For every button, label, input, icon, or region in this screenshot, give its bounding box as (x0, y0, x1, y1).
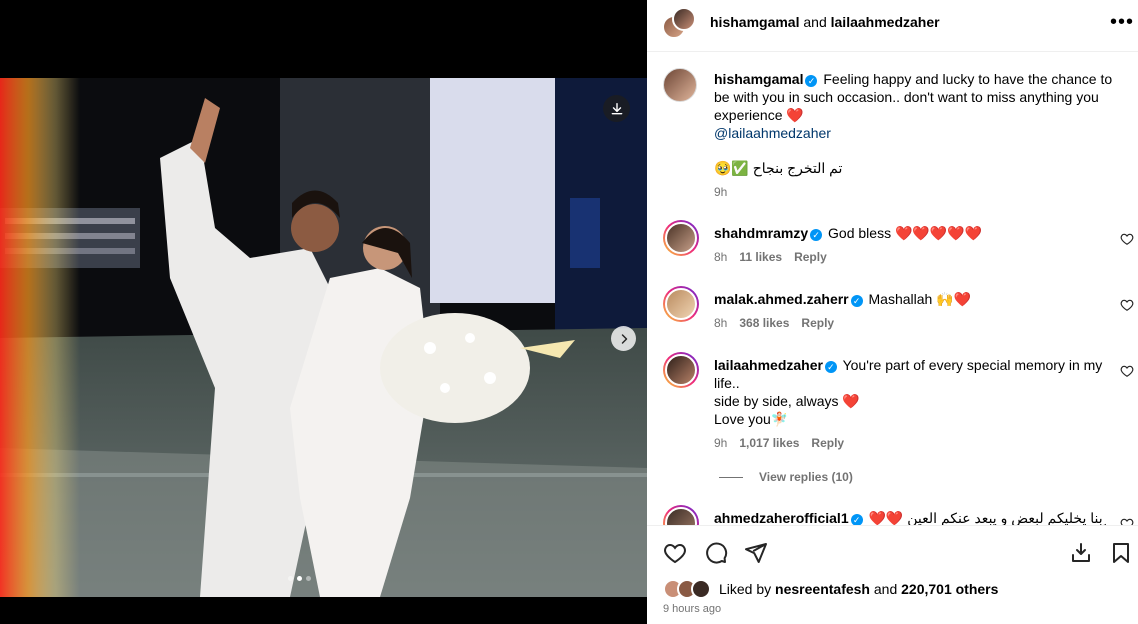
download-button[interactable] (603, 95, 630, 122)
comment-time: 8h (714, 316, 728, 330)
collab-authors: hishamgamal and lailaahmedzaher (710, 14, 940, 30)
verified-icon: ✓ (805, 75, 818, 87)
post-details-panel: hishamgamal and lailaahmedzaher ••• hish… (647, 0, 1138, 624)
comments-scroll[interactable]: hishamgamal ✓ Feeling happy and lucky to … (647, 53, 1138, 525)
carousel-dot (288, 576, 293, 581)
caption-timestamp: 9h (714, 185, 728, 199)
comment-text-line: side by side, always ❤️ (714, 393, 860, 409)
reply-button[interactable]: Reply (794, 250, 827, 264)
share-send-icon[interactable] (744, 541, 768, 565)
caption-arabic-text: تم التخرج بنجاح ✅🥹 (714, 160, 843, 176)
comment-text: God bless ❤️❤️❤️❤️❤️ (828, 225, 983, 241)
comment-avatar[interactable] (663, 505, 699, 525)
post-photo[interactable] (0, 78, 647, 597)
comment-body: shahdmramzy ✓ God bless ❤️❤️❤️❤️❤️ (714, 224, 1106, 242)
like-comment-heart-icon[interactable] (1120, 298, 1134, 312)
comment-bubble-icon[interactable] (704, 541, 728, 565)
likes-count[interactable]: 220,701 others (901, 581, 998, 597)
comment-body: ahmedzaherofficial1 ✓ ❤️❤️ ربنا يخليكم لب… (714, 509, 1106, 525)
likes-summary: Liked by nesreentafesh and 220,701 other… (663, 578, 998, 600)
post-header: hishamgamal and lailaahmedzaher ••• (647, 0, 1138, 52)
like-comment-heart-icon[interactable] (1120, 364, 1134, 378)
comment-text-line: Love you🧚🏻 (714, 411, 789, 427)
author-username[interactable]: hishamgamal (710, 14, 799, 30)
download-icon (611, 102, 622, 114)
save-to-collection-icon[interactable] (1069, 541, 1093, 565)
likes-text: Liked by nesreentafesh and 220,701 other… (719, 581, 998, 597)
carousel-next-button[interactable] (611, 326, 636, 351)
verified-icon: ✓ (850, 514, 863, 525)
divider-line (719, 476, 743, 478)
comment-likes[interactable]: 368 likes (739, 316, 789, 330)
comment-avatar[interactable] (663, 352, 699, 388)
post-timestamp: 9 hours ago (663, 603, 722, 615)
like-heart-icon[interactable] (663, 541, 687, 565)
chevron-right-icon (621, 333, 627, 344)
liker-username[interactable]: nesreentafesh (775, 581, 870, 597)
avatar (672, 7, 696, 31)
comment-body: malak.ahmed.zaherr ✓ Mashallah 🙌❤️ (714, 290, 1106, 308)
collab-avatars[interactable] (662, 7, 696, 41)
reply-button[interactable]: Reply (801, 316, 834, 330)
likes-and: and (869, 581, 902, 597)
comment-username[interactable]: lailaahmedzaher (714, 357, 823, 373)
author-username[interactable]: lailaahmedzaher (831, 14, 940, 30)
like-comment-heart-icon[interactable] (1120, 517, 1134, 525)
comment-username[interactable]: ahmedzaherofficial1 (714, 510, 849, 525)
likes-prefix: Liked by (719, 581, 776, 597)
caption: hishamgamal ✓ Feeling happy and lucky to … (714, 70, 1114, 142)
carousel-indicator (288, 576, 311, 581)
authors-connector: and (799, 14, 831, 30)
comment-avatar[interactable] (663, 286, 699, 322)
comment-username[interactable]: shahdmramzy (714, 225, 808, 241)
comment-meta: 9h 1,017 likes Reply (714, 436, 844, 450)
comment-likes[interactable]: 1,017 likes (739, 436, 799, 450)
liker-avatar (691, 579, 711, 599)
view-replies-label: View replies (10) (759, 470, 853, 484)
comment-likes[interactable]: 11 likes (739, 250, 782, 264)
comment-avatar[interactable] (663, 220, 699, 256)
caption-mention[interactable]: @lailaahmedzaher (714, 124, 1114, 142)
carousel-dot-active (297, 576, 302, 581)
comment-username[interactable]: malak.ahmed.zaherr (714, 291, 849, 307)
reply-button[interactable]: Reply (811, 436, 844, 450)
action-bar (647, 525, 1138, 577)
comment-time: 8h (714, 250, 728, 264)
photo-illustration (0, 78, 647, 597)
like-comment-heart-icon[interactable] (1120, 232, 1134, 246)
view-replies-button[interactable]: View replies (10) (719, 470, 853, 484)
more-options-button[interactable]: ••• (1110, 12, 1134, 32)
comment-body: lailaahmedzaher ✓ You're part of every sp… (714, 356, 1106, 428)
comment-meta: 8h 11 likes Reply (714, 250, 827, 264)
verified-icon: ✓ (824, 361, 837, 373)
comment-time: 9h (714, 436, 728, 450)
bookmark-icon[interactable] (1109, 541, 1133, 565)
post-media-panel (0, 0, 647, 624)
caption-avatar[interactable] (663, 68, 697, 102)
caption-username[interactable]: hishamgamal (714, 71, 803, 87)
comment-meta: 8h 368 likes Reply (714, 316, 834, 330)
verified-icon: ✓ (810, 229, 823, 241)
carousel-dot (306, 576, 311, 581)
verified-icon: ✓ (850, 295, 863, 307)
comment-text: Mashallah 🙌❤️ (868, 291, 972, 307)
comment-text: ❤️❤️ ربنا يخليكم لبعض و يبعد عنكم العين (868, 510, 1107, 525)
